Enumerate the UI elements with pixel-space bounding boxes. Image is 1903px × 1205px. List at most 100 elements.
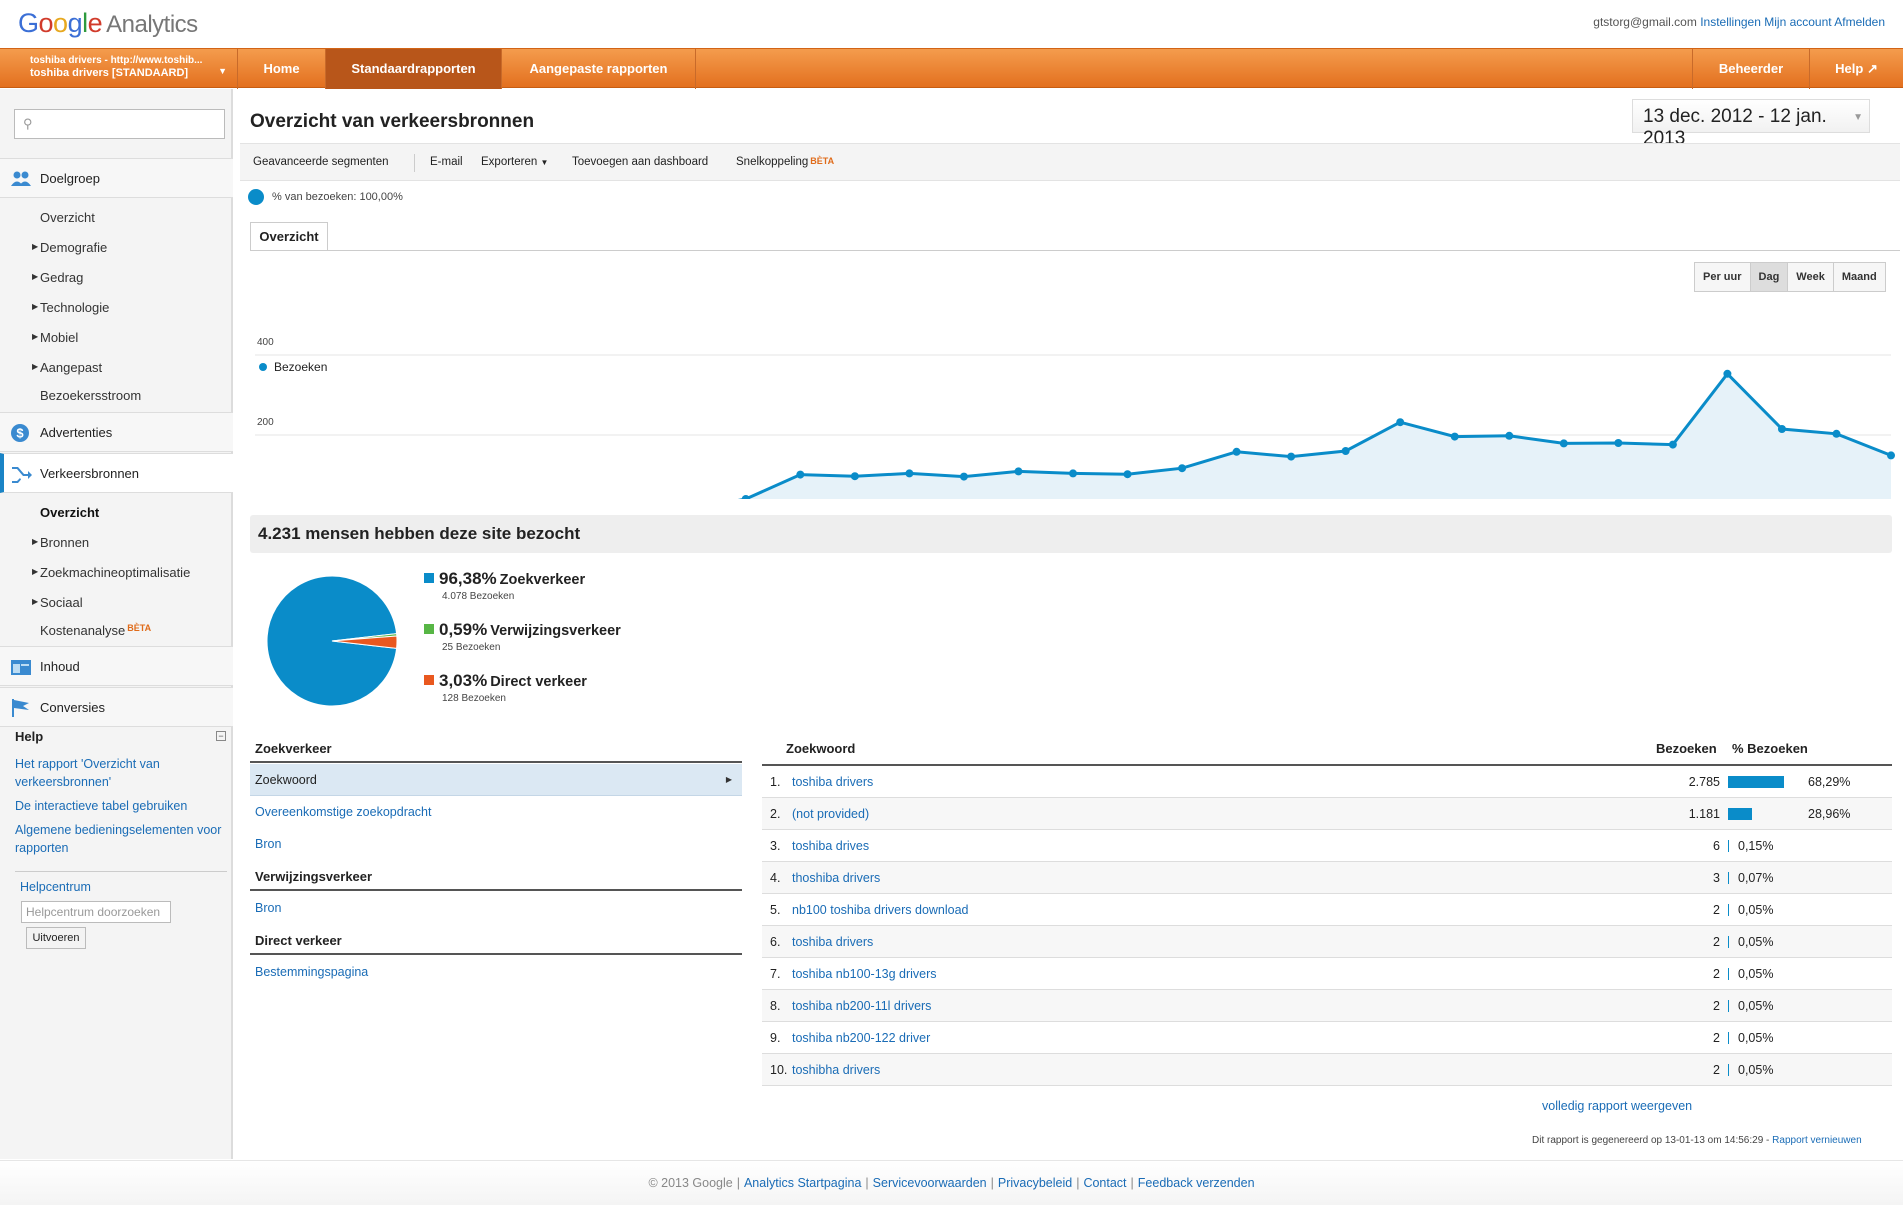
help-link-table[interactable]: De interactieve tabel gebruiken [15,797,230,815]
keyword-link[interactable]: nb100 toshiba drivers download [792,903,969,917]
keyword-link[interactable]: (not provided) [792,807,869,821]
percent-bar [1728,808,1752,820]
export-button[interactable]: Exporteren ▼ [481,156,548,168]
rnav-item-verwijzing-bron[interactable]: Bron [250,892,742,924]
column-header-pct-bezoeken[interactable]: % Bezoeken [1732,741,1808,756]
rnav-item-zoekwoord[interactable]: Zoekwoord ▶ [250,764,742,796]
row-rank: 9. [770,1031,781,1045]
tab-overzicht[interactable]: Overzicht [250,222,328,250]
settings-link[interactable]: Instellingen [1700,15,1761,29]
add-to-dashboard-button[interactable]: Toevoegen aan dashboard [572,156,708,168]
keyword-link[interactable]: toshiba drivers [792,935,873,949]
google-analytics-logo[interactable]: Google Analytics [18,8,198,39]
caret-right-icon: ▶ [32,272,39,281]
advanced-segments-button[interactable]: Geavanceerde segmenten [253,156,389,168]
percent-value: 0,05% [1738,999,1774,1013]
sidebar-item-technologie[interactable]: ▶ Technologie [32,300,109,315]
granularity-day-button[interactable]: Dag [1750,263,1789,291]
profile-name: toshiba drivers [STANDAARD] [30,67,189,79]
data-point [1668,440,1677,449]
granularity-month-button[interactable]: Maand [1834,263,1885,291]
visits-value: 2 [1713,1031,1720,1045]
visits-value: 2 [1713,903,1720,917]
tab-beheerder[interactable]: Beheerder [1692,49,1810,89]
toolbar-divider [414,154,415,172]
keyword-link[interactable]: toshiba nb100-13g drivers [792,967,937,981]
caret-right-icon: ▶ [32,537,39,546]
tab-home[interactable]: Home [238,49,326,89]
footer-link-home[interactable]: Analytics Startpagina [744,1176,861,1190]
legend-swatch [424,624,434,634]
rnav-item-bestemmingspagina[interactable]: Bestemmingspagina [250,956,742,988]
collapse-icon[interactable]: − [216,731,226,741]
rnav-head-direct-verkeer: Direct verkeer [250,933,742,955]
sidebar-item-sociaal[interactable]: ▶ Sociaal [32,595,83,610]
percent-value: 0,07% [1738,871,1774,885]
footer-link-terms[interactable]: Servicevoorwaarden [873,1176,987,1190]
segment-indicator: % van bezoeken: 100,00% [248,189,403,205]
data-point [1396,418,1405,427]
account-links: gtstorg@gmail.com Instellingen Mijn acco… [1579,15,1885,29]
tab-help[interactable]: Help ↗ [1810,49,1903,89]
granularity-hour-button[interactable]: Per uur [1695,263,1751,291]
data-point [1887,451,1895,460]
sidebar-item-aangepast[interactable]: ▶ Aangepast [32,360,102,375]
y-tick-label: 200 [257,417,274,428]
footer-link-feedback[interactable]: Feedback verzenden [1138,1176,1255,1190]
sidebar-search-input[interactable]: ⚲ [14,109,225,139]
keyword-link[interactable]: toshiba drives [792,839,869,853]
table-row: 6. toshiba drivers 2 0,05% [762,926,1892,958]
email-button[interactable]: E-mail [430,156,463,168]
sidebar-section-inhoud[interactable]: Inhoud [0,646,233,686]
sidebar-item-overzicht-verkeer[interactable]: Overzicht [40,505,99,520]
sidebar-item-zoekmachineoptimalisatie[interactable]: ▶ Zoekmachineoptimalisatie [32,565,190,580]
helpcenter-search-input[interactable]: Helpcentrum doorzoeken [21,901,171,923]
sidebar-item-overzicht[interactable]: Overzicht [40,210,95,225]
helpcenter-search-button[interactable]: Uitvoeren [26,927,86,949]
sidebar-section-verkeersbronnen[interactable]: Verkeersbronnen [0,453,233,493]
sidebar-item-bronnen[interactable]: ▶ Bronnen [32,535,89,550]
sidebar-section-doelgroep[interactable]: Doelgroep [0,158,233,198]
date-range-picker[interactable]: 13 dec. 2012 - 12 jan. 2013 ▼ [1632,99,1870,149]
sidebar-item-bezoekersstroom[interactable]: Bezoekersstroom [40,388,141,403]
sidebar-section-advertenties[interactable]: $ Advertenties [0,412,233,452]
full-report-link[interactable]: volledig rapport weergeven [1542,1099,1692,1113]
rnav-item-bron[interactable]: Bron [250,828,742,860]
y-tick-label: 400 [257,337,274,348]
refresh-report-link[interactable]: Rapport vernieuwen [1772,1135,1862,1146]
keyword-link[interactable]: thoshiba drivers [792,871,880,885]
helpcenter-link[interactable]: Helpcentrum [20,880,91,894]
row-rank: 8. [770,999,781,1013]
row-rank: 6. [770,935,781,949]
sign-out-link[interactable]: Afmelden [1834,15,1885,29]
visits-value: 6 [1713,839,1720,853]
percent-bar [1728,840,1729,852]
data-point [1178,464,1187,473]
footer-link-contact[interactable]: Contact [1083,1176,1126,1190]
sidebar-item-demografie[interactable]: ▶ Demografie [32,240,107,255]
tab-standaardrapporten[interactable]: Standaardrapporten [326,49,502,89]
rnav-item-overeenkomstige-zoekopdracht[interactable]: Overeenkomstige zoekopdracht [250,796,742,828]
tab-aangepaste-rapporten[interactable]: Aangepaste rapporten [502,49,696,89]
traffic-arrow-icon [12,467,32,483]
footer-link-privacy[interactable]: Privacybeleid [998,1176,1072,1190]
column-header-bezoeken[interactable]: Bezoeken [1656,741,1717,756]
sidebar-item-mobiel[interactable]: ▶ Mobiel [32,330,78,345]
table-row: 9. toshiba nb200-122 driver 2 0,05% [762,1022,1892,1054]
profile-selector[interactable]: toshiba drivers - http://www.toshib... t… [0,49,238,89]
help-link-controls[interactable]: Algemene bedieningselementen voor rappor… [15,821,230,857]
page-title: Overzicht van verkeersbronnen [250,111,535,132]
shortcut-button[interactable]: Snelkoppeling BÈTA [736,156,834,168]
legend-referral-traffic: 0,59% Verwijzingsverkeer 25 Bezoeken [424,620,621,653]
sidebar-section-conversies[interactable]: Conversies [0,687,233,727]
granularity-week-button[interactable]: Week [1788,263,1834,291]
keyword-link[interactable]: toshiba nb200-122 driver [792,1031,930,1045]
keyword-link[interactable]: toshiba nb200-11l drivers [792,999,931,1013]
keyword-link[interactable]: toshibha drivers [792,1063,880,1077]
my-account-link[interactable]: Mijn account [1764,15,1831,29]
sidebar-item-gedrag[interactable]: ▶ Gedrag [32,270,83,285]
percent-bar [1728,1064,1729,1076]
sidebar-item-kostenanalyse[interactable]: Kostenanalyse BÈTA [40,623,151,638]
keyword-link[interactable]: toshiba drivers [792,775,873,789]
help-link-report[interactable]: Het rapport 'Overzicht van verkeersbronn… [15,755,230,791]
